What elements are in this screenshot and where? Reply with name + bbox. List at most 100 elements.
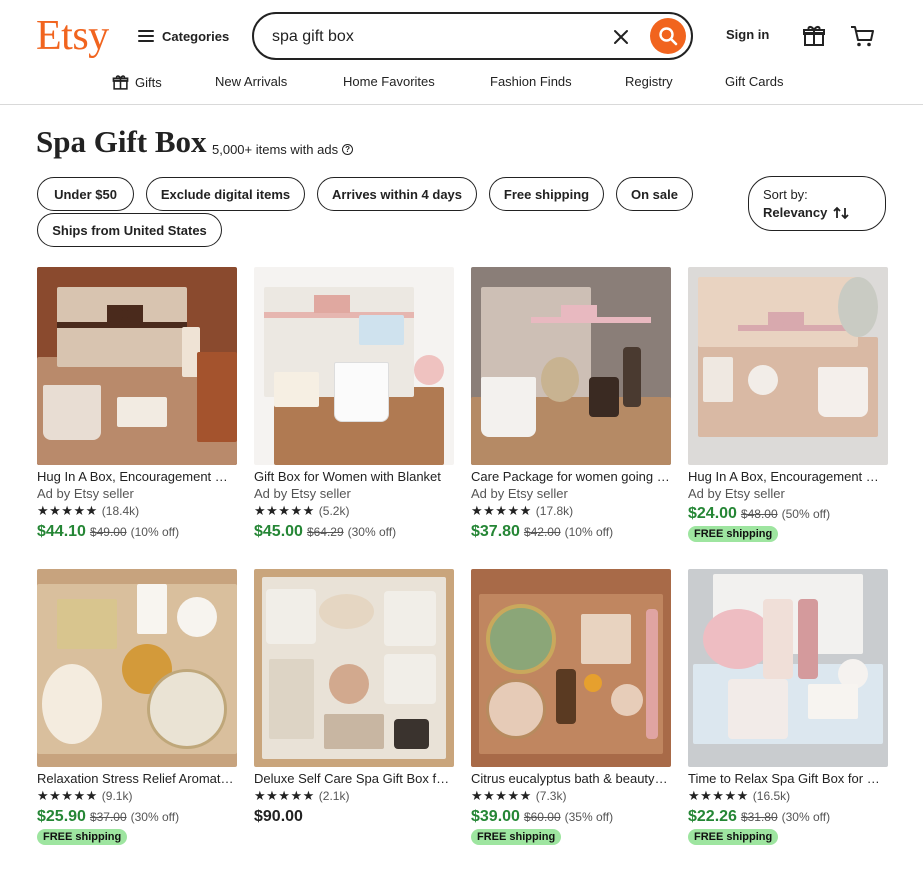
original-price: $42.00 xyxy=(523,525,561,539)
discount-label: (35% off) xyxy=(564,810,614,824)
listing-image[interactable] xyxy=(688,267,888,465)
free-shipping-badge: FREE shipping xyxy=(688,526,779,542)
nav-new-arrivals[interactable]: New Arrivals xyxy=(215,74,287,89)
result-count: 5,000+ items with ads ? xyxy=(212,142,354,157)
listing-image[interactable] xyxy=(254,569,454,767)
listing-image[interactable] xyxy=(37,267,237,465)
listing-card[interactable]: Hug In A Box, Encouragement Gift Box Ad … xyxy=(688,267,888,542)
price-row: $45.00 $64.29 (30% off) xyxy=(254,523,454,541)
discount-label: (30% off) xyxy=(781,810,831,824)
listing-title[interactable]: Time to Relax Spa Gift Box for Women xyxy=(688,771,888,787)
review-count: (5.2k) xyxy=(318,504,350,518)
rating: ★★★★★ (2.1k) xyxy=(254,787,454,805)
original-price: $37.00 xyxy=(89,810,127,824)
categories-button[interactable]: Categories xyxy=(138,26,229,46)
sale-price: $45.00 xyxy=(254,523,303,540)
gift-icon xyxy=(112,75,129,90)
sale-price: $39.00 xyxy=(471,808,520,825)
filter-on-sale[interactable]: On sale xyxy=(616,177,693,211)
ad-label: Ad by Etsy seller xyxy=(37,486,134,501)
listing-card[interactable]: Citrus eucalyptus bath & beauty gift set… xyxy=(471,569,671,845)
filter-free-shipping[interactable]: Free shipping xyxy=(489,177,604,211)
rating: ★★★★★ (16.5k) xyxy=(688,787,888,805)
rating: ★★★★★ (5.2k) xyxy=(254,502,454,520)
free-shipping-badge: FREE shipping xyxy=(688,829,779,845)
listing-title[interactable]: Hug In A Box, Encouragement Gift Box xyxy=(688,469,888,485)
listing-title[interactable]: Citrus eucalyptus bath & beauty gift set xyxy=(471,771,671,787)
review-count: (9.1k) xyxy=(101,789,133,803)
filter-under-50[interactable]: Under $50 xyxy=(37,177,134,211)
sale-price: $25.90 xyxy=(37,808,86,825)
rating: ★★★★★ (9.1k) xyxy=(37,787,237,805)
gift-icon[interactable] xyxy=(802,24,826,48)
star-rating-icon: ★★★★★ xyxy=(471,503,532,518)
nav-gift-cards[interactable]: Gift Cards xyxy=(725,74,784,89)
listing-title[interactable]: Hug In A Box, Encouragement Gift Box xyxy=(37,469,237,485)
categories-label: Categories xyxy=(162,28,230,44)
cart-icon[interactable] xyxy=(849,24,875,48)
listing-title[interactable]: Gift Box for Women with Blanket xyxy=(254,469,454,485)
sale-price: $24.00 xyxy=(688,505,737,522)
ad-label: Ad by Etsy seller xyxy=(254,486,351,501)
clear-search-icon[interactable] xyxy=(612,28,630,46)
menu-icon xyxy=(138,30,154,42)
listing-card[interactable]: Deluxe Self Care Spa Gift Box for Her ★★… xyxy=(254,569,454,826)
nav-gifts[interactable]: Gifts xyxy=(112,74,162,91)
free-shipping-badge: FREE shipping xyxy=(471,829,562,845)
discount-label: (30% off) xyxy=(347,525,397,539)
page-title: Spa Gift Box xyxy=(36,124,207,159)
listing-card[interactable]: Hug In A Box, Encouragement Gift Box Ad … xyxy=(37,267,237,541)
nav-gifts-label: Gifts xyxy=(135,75,162,90)
rating: ★★★★★ (17.8k) xyxy=(471,502,671,520)
search-bar xyxy=(252,12,693,60)
search-input[interactable] xyxy=(272,24,602,50)
sort-arrows-icon xyxy=(833,206,849,219)
listing-image[interactable] xyxy=(37,569,237,767)
result-count-text: 5,000+ items with ads xyxy=(212,142,339,157)
site-header: Etsy Categories Sign in xyxy=(0,0,923,105)
price-row: $39.00 $60.00 (35% off) xyxy=(471,808,671,826)
sign-in-link[interactable]: Sign in xyxy=(726,27,769,42)
discount-label: (10% off) xyxy=(130,525,180,539)
ad-label: Ad by Etsy seller xyxy=(688,486,785,501)
star-rating-icon: ★★★★★ xyxy=(37,503,98,518)
listing-card[interactable]: Gift Box for Women with Blanket Ad by Et… xyxy=(254,267,454,541)
review-count: (7.3k) xyxy=(535,789,567,803)
search-icon xyxy=(659,27,678,46)
listing-image[interactable] xyxy=(471,569,671,767)
filter-ships-from-us[interactable]: Ships from United States xyxy=(37,213,222,247)
category-nav: Gifts New Arrivals Home Favorites Fashio… xyxy=(0,74,923,92)
sale-price: $37.80 xyxy=(471,523,520,540)
filter-exclude-digital[interactable]: Exclude digital items xyxy=(146,177,305,211)
listing-card[interactable]: Relaxation Stress Relief Aromatherapy Gi… xyxy=(37,569,237,845)
star-rating-icon: ★★★★★ xyxy=(37,788,98,803)
original-price: $48.00 xyxy=(740,507,778,521)
help-icon[interactable]: ? xyxy=(342,144,354,155)
search-button[interactable] xyxy=(650,18,686,54)
listing-image[interactable] xyxy=(254,267,454,465)
review-count: (17.8k) xyxy=(535,504,574,518)
nav-registry[interactable]: Registry xyxy=(625,74,673,89)
price: $90.00 xyxy=(254,808,303,825)
listing-card[interactable]: Care Package for women going through Ad … xyxy=(471,267,671,541)
sale-price: $22.26 xyxy=(688,808,737,825)
listing-image[interactable] xyxy=(471,267,671,465)
review-count: (16.5k) xyxy=(752,789,791,803)
sort-dropdown[interactable]: Sort by: Relevancy xyxy=(748,176,886,231)
price-row: $44.10 $49.00 (10% off) xyxy=(37,523,237,541)
listing-title[interactable]: Relaxation Stress Relief Aromatherapy Gi… xyxy=(37,771,237,787)
etsy-logo[interactable]: Etsy xyxy=(36,12,109,60)
rating: ★★★★★ (18.4k) xyxy=(37,502,237,520)
listing-card[interactable]: Time to Relax Spa Gift Box for Women ★★★… xyxy=(688,569,888,845)
original-price: $64.29 xyxy=(306,525,344,539)
listing-title[interactable]: Care Package for women going through xyxy=(471,469,671,485)
star-rating-icon: ★★★★★ xyxy=(254,788,315,803)
filter-arrives-4-days[interactable]: Arrives within 4 days xyxy=(317,177,477,211)
nav-fashion-finds[interactable]: Fashion Finds xyxy=(490,74,572,89)
listing-image[interactable] xyxy=(688,569,888,767)
star-rating-icon: ★★★★★ xyxy=(471,788,532,803)
original-price: $60.00 xyxy=(523,810,561,824)
listing-title[interactable]: Deluxe Self Care Spa Gift Box for Her xyxy=(254,771,454,787)
price-row: $22.26 $31.80 (30% off) xyxy=(688,808,888,826)
nav-home-favorites[interactable]: Home Favorites xyxy=(343,74,435,89)
